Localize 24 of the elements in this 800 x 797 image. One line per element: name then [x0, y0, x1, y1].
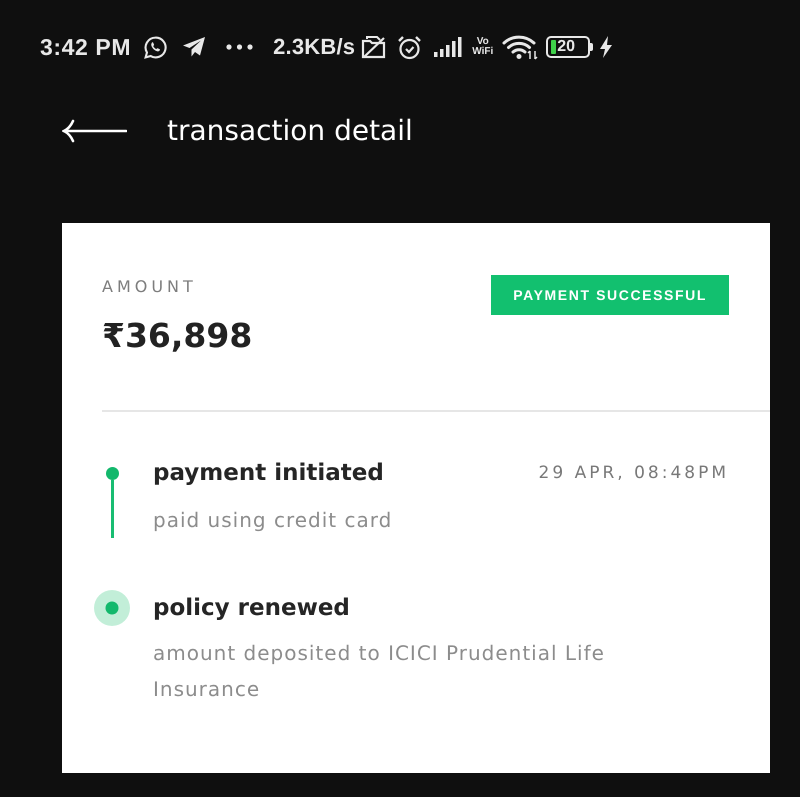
status-badge: PAYMENT SUCCESSFUL — [491, 275, 729, 315]
event-time: 29 APR, 08:48PM — [538, 462, 729, 485]
event-title: payment initiated — [153, 459, 384, 488]
event-description: amount deposited to ICICI Prudential Life Insurance — [153, 640, 606, 703]
wifi-icon — [502, 34, 538, 60]
battery-percent: 20 — [557, 38, 576, 56]
more-dots-icon — [226, 44, 254, 50]
amount-label: AMOUNT — [102, 276, 198, 298]
crossed-card-icon — [361, 35, 386, 59]
chat-bubble-icon — [143, 34, 168, 60]
alarm-clock-icon — [397, 34, 422, 60]
timeline-connector — [110, 480, 114, 538]
battery-charge-icon — [551, 40, 556, 54]
amount-value: ₹36,898 — [102, 315, 252, 357]
paper-plane-icon — [182, 36, 206, 58]
status-time: 3:42 PM — [40, 33, 132, 61]
vowifi-label: Vo WiFi — [472, 37, 494, 57]
event-description: paid using credit card — [153, 507, 394, 534]
network-speed: 2.3KB/s — [273, 33, 356, 61]
charging-bolt-icon — [600, 36, 612, 58]
back-arrow-icon[interactable] — [62, 119, 127, 143]
signal-bars-icon — [434, 37, 462, 57]
page-title: transaction detail — [167, 114, 413, 148]
event-title: policy renewed — [153, 594, 350, 623]
